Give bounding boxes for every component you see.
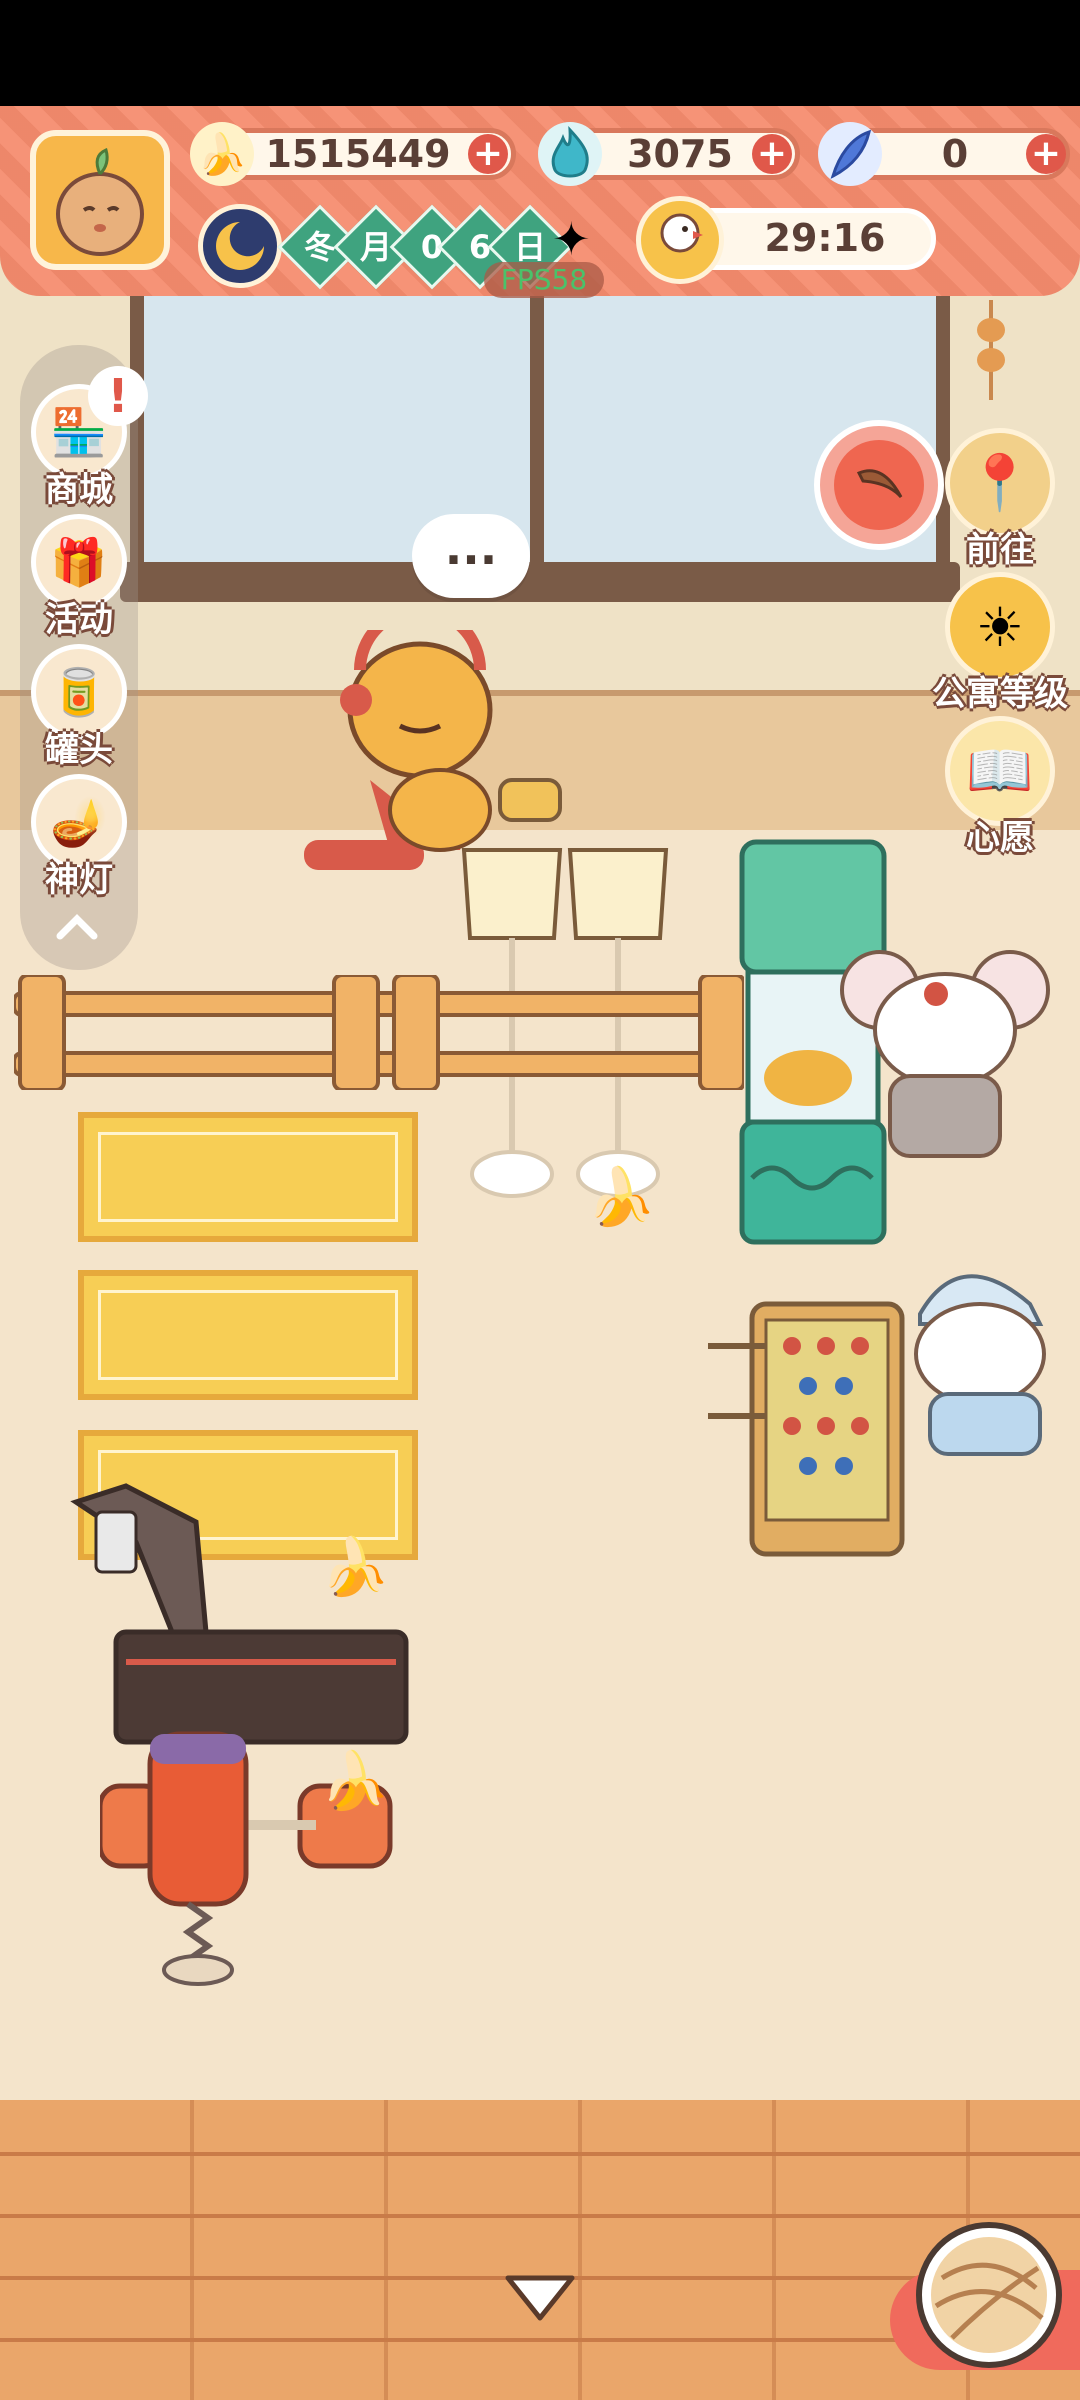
speech-bubble[interactable]: ... (412, 514, 530, 598)
blue-feather-icon (818, 122, 882, 186)
chevron-up-icon (56, 914, 98, 940)
timer-bird-icon[interactable] (636, 196, 724, 284)
boomerang-icon (856, 469, 903, 499)
moon-sun-icon (216, 222, 264, 270)
banana-count: 1515449 (265, 132, 451, 176)
events-button[interactable]: 🎁 活动 (24, 514, 134, 641)
goto-button[interactable]: 📍 前往 (930, 428, 1070, 571)
add-feather-button[interactable]: + (1026, 134, 1066, 174)
day-night-clock[interactable] (198, 204, 282, 288)
fps-indicator: FPS58 (484, 262, 604, 298)
yoga-mat-2[interactable] (78, 1270, 418, 1400)
boomerang-button[interactable] (814, 420, 944, 550)
wish-button[interactable]: 📖 心愿 (930, 716, 1070, 859)
wooden-fence (12, 973, 746, 1092)
status-bar (0, 0, 1080, 106)
banana-icon: 🍌 (190, 122, 254, 186)
window-sill (120, 562, 960, 602)
add-flame-button[interactable]: + (752, 134, 792, 174)
countdown-timer: 29:16 (764, 216, 886, 260)
blue-flame-icon (538, 122, 602, 186)
triangle-down-icon (505, 2275, 575, 2321)
star-pair-icon: ✦ (552, 212, 591, 266)
feather-count: 0 (941, 132, 969, 176)
mouse-character[interactable] (840, 950, 1050, 1170)
banana-pickup-3[interactable]: 🍌 (320, 1748, 390, 1814)
yarn-ball-button[interactable] (916, 2222, 1062, 2368)
flame-count: 3075 (627, 132, 733, 176)
yoga-mat-1[interactable] (78, 1112, 418, 1242)
potato-avatar-icon (56, 147, 144, 256)
yarn-ball-icon (931, 2237, 1047, 2353)
add-banana-button[interactable]: + (468, 134, 508, 174)
magic-lamp-button[interactable]: 🪔 神灯 (24, 774, 134, 901)
banana-pickup-2[interactable]: 🍌 (320, 1534, 390, 1600)
hanging-ornament (968, 300, 1014, 400)
collapse-menu-button[interactable] (52, 906, 102, 946)
cans-button[interactable]: 🥫 罐头 (24, 644, 134, 771)
player-avatar[interactable] (30, 130, 170, 270)
banana-pickup-1[interactable]: 🍌 (586, 1164, 656, 1230)
sleepy-cat-character[interactable] (900, 1254, 1060, 1474)
foosball-table[interactable] (708, 1300, 908, 1570)
apartment-level-button[interactable]: ☀ 公寓等级 (930, 572, 1070, 715)
scroll-down-button[interactable] (500, 2268, 580, 2328)
shop-alert-badge: ! (88, 366, 148, 426)
